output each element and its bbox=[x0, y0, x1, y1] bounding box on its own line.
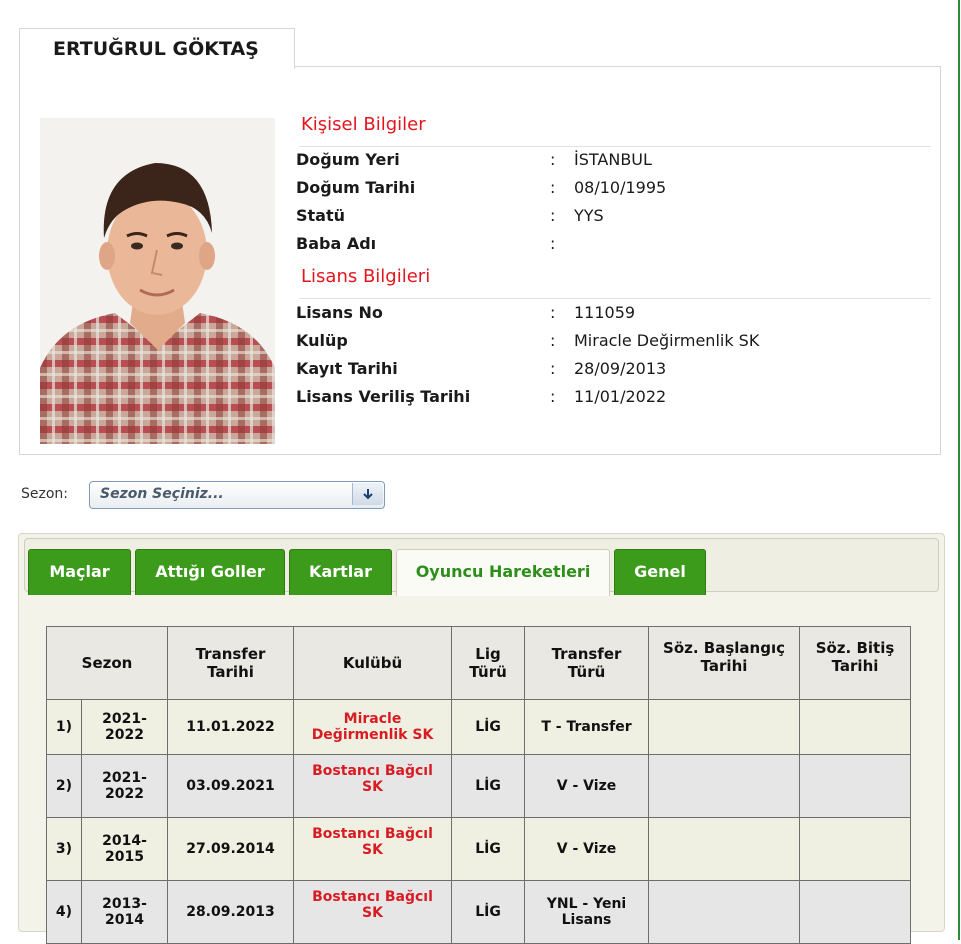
row-transfer-date: 11.01.2022 bbox=[167, 699, 294, 755]
profile-card: Kişisel Bilgiler Doğum Yeri : İSTANBUL D… bbox=[19, 66, 941, 455]
license-info-title: Lisans Bilgileri bbox=[301, 266, 431, 287]
license-issue-date-label: Lisans Veriliş Tarihi bbox=[296, 387, 471, 406]
row-contract-start bbox=[648, 754, 800, 818]
status-label: Statü bbox=[296, 206, 346, 225]
birthplace-label: Doğum Yeri bbox=[296, 150, 400, 169]
row-league: LİG bbox=[451, 699, 525, 755]
registration-date-label: Kayıt Tarihi bbox=[296, 359, 398, 378]
tab-goals[interactable]: Attığı Goller bbox=[135, 549, 285, 595]
row-number: 1) bbox=[46, 699, 82, 755]
row-contract-start bbox=[648, 699, 800, 755]
birthdate-value: 08/10/1995 bbox=[574, 178, 667, 197]
row-league: LİG bbox=[451, 880, 525, 944]
license-no-value: 111059 bbox=[574, 303, 636, 322]
row-transfer-date: 03.09.2021 bbox=[167, 754, 294, 818]
section-divider bbox=[299, 298, 931, 299]
header-transfer-type: Transfer Türü bbox=[524, 626, 649, 700]
header-contract-end: Söz. Bitiş Tarihi bbox=[799, 626, 911, 700]
player-name-tab: ERTUĞRUL GÖKTAŞ bbox=[19, 28, 295, 69]
father-name-label: Baba Adı bbox=[296, 234, 377, 253]
table-row: 3) 2014- 2015 27.09.2014 Bostancı Bağcıl S… bbox=[46, 817, 911, 881]
status-value: YYS bbox=[574, 206, 604, 225]
header-contract-start: Söz. Başlangıç Tarihi bbox=[648, 626, 800, 700]
row-transfer-type: V - Vize bbox=[524, 754, 649, 818]
season-label: Sezon: bbox=[21, 486, 69, 502]
row-transfer-type: YNL - Yeni Lisans bbox=[524, 880, 649, 944]
row-club: Bostancı Bağcıl SK bbox=[293, 880, 452, 944]
colon: : bbox=[550, 234, 556, 253]
transfer-history-table: Sezon Transfer Tarihi Kulübü Lig Türü Tran… bbox=[46, 626, 911, 944]
colon: : bbox=[550, 303, 556, 322]
club-value: Miracle Değirmenlik SK bbox=[574, 331, 760, 350]
tab-matches[interactable]: Maçlar bbox=[28, 549, 131, 595]
table-row: 4) 2013- 2014 28.09.2013 Bostancı Bağcıl S… bbox=[46, 880, 911, 944]
colon: : bbox=[550, 150, 556, 169]
tab-cards[interactable]: Kartlar bbox=[289, 549, 392, 595]
row-transfer-date: 28.09.2013 bbox=[167, 880, 294, 944]
club-label: Kulüp bbox=[296, 331, 348, 350]
birthdate-label: Doğum Tarihi bbox=[296, 178, 416, 197]
header-league-type: Lig Türü bbox=[451, 626, 525, 700]
section-divider bbox=[299, 146, 931, 147]
registration-date-value: 28/09/2013 bbox=[574, 359, 667, 378]
row-club: Bostancı Bağcıl SK bbox=[293, 754, 452, 818]
colon: : bbox=[550, 331, 556, 350]
license-issue-date-value: 11/01/2022 bbox=[574, 387, 667, 406]
row-number: 4) bbox=[46, 880, 82, 944]
arrow-down-icon bbox=[363, 489, 373, 500]
table-row: 1) 2021- 2022 11.01.2022 Miracle Değirmenl… bbox=[46, 699, 911, 755]
row-season: 2021- 2022 bbox=[81, 699, 168, 755]
row-season: 2014- 2015 bbox=[81, 817, 168, 881]
row-number: 3) bbox=[46, 817, 82, 881]
row-contract-end bbox=[799, 817, 911, 881]
row-transfer-date: 27.09.2014 bbox=[167, 817, 294, 881]
row-league: LİG bbox=[451, 817, 525, 881]
row-contract-end bbox=[799, 699, 911, 755]
tab-general[interactable]: Genel bbox=[614, 549, 706, 595]
row-contract-start bbox=[648, 880, 800, 944]
colon: : bbox=[550, 206, 556, 225]
row-number: 2) bbox=[46, 754, 82, 818]
colon: : bbox=[550, 359, 556, 378]
row-contract-start bbox=[648, 817, 800, 881]
season-dropdown-button[interactable] bbox=[352, 483, 383, 505]
player-photo bbox=[40, 118, 275, 444]
row-season: 2013- 2014 bbox=[81, 880, 168, 944]
row-contract-end bbox=[799, 880, 911, 944]
tab-bar: Maçlar Attığı Goller Kartlar Oyuncu Hare… bbox=[24, 538, 939, 596]
colon: : bbox=[550, 178, 556, 197]
row-contract-end bbox=[799, 754, 911, 818]
season-select[interactable]: Sezon Seçiniz... bbox=[89, 481, 385, 509]
row-season: 2021- 2022 bbox=[81, 754, 168, 818]
row-transfer-type: V - Vize bbox=[524, 817, 649, 881]
row-club: Miracle Değirmenlik SK bbox=[293, 699, 452, 755]
player-name: ERTUĞRUL GÖKTAŞ bbox=[53, 38, 259, 60]
season-select-placeholder: Sezon Seçiniz... bbox=[100, 486, 224, 502]
right-border-line bbox=[958, 0, 960, 940]
table-header-row: Sezon Transfer Tarihi Kulübü Lig Türü Tran… bbox=[46, 626, 911, 700]
table-row: 2) 2021- 2022 03.09.2021 Bostancı Bağcıl S… bbox=[46, 754, 911, 818]
header-transfer-date: Transfer Tarihi bbox=[167, 626, 294, 700]
tab-player-movements[interactable]: Oyuncu Hareketleri bbox=[396, 549, 610, 596]
birthplace-value: İSTANBUL bbox=[574, 150, 652, 169]
personal-info-title: Kişisel Bilgiler bbox=[301, 114, 426, 135]
row-transfer-type: T - Transfer bbox=[524, 699, 649, 755]
license-no-label: Lisans No bbox=[296, 303, 383, 322]
row-club: Bostancı Bağcıl SK bbox=[293, 817, 452, 881]
header-season: Sezon bbox=[46, 626, 168, 700]
colon: : bbox=[550, 387, 556, 406]
header-club: Kulübü bbox=[293, 626, 452, 700]
row-league: LİG bbox=[451, 754, 525, 818]
